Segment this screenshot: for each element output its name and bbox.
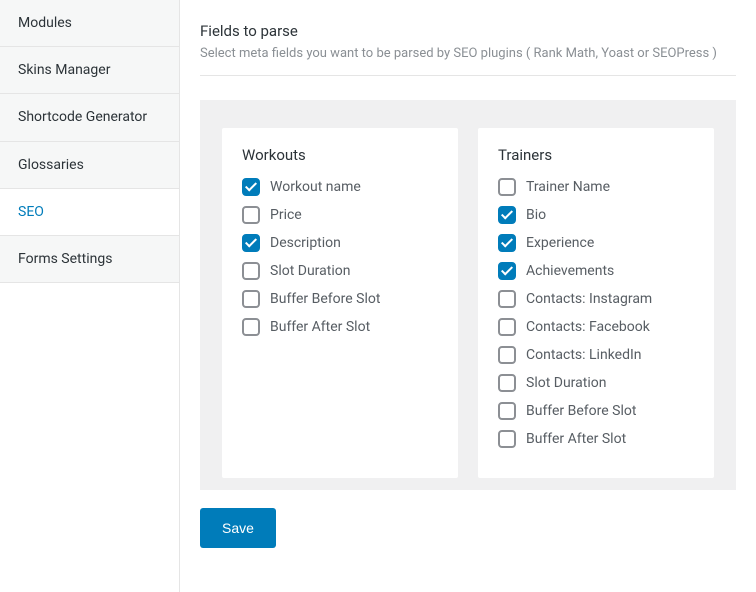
checkbox[interactable] — [242, 262, 260, 280]
field-row[interactable]: Slot Duration — [498, 374, 694, 392]
sidebar-item-forms-settings[interactable]: Forms Settings — [0, 236, 179, 283]
field-row[interactable]: Contacts: Instagram — [498, 290, 694, 308]
field-row[interactable]: Experience — [498, 234, 694, 252]
field-row[interactable]: Buffer After Slot — [498, 430, 694, 448]
sidebar-item-label: Modules — [18, 15, 72, 31]
section-description: Select meta fields you want to be parsed… — [200, 46, 736, 61]
group-title: Workouts — [242, 146, 438, 164]
checkbox[interactable] — [242, 206, 260, 224]
checkbox[interactable] — [242, 290, 260, 308]
checkbox[interactable] — [498, 430, 516, 448]
field-label: Bio — [526, 207, 546, 223]
field-label: Buffer After Slot — [270, 319, 370, 335]
checkbox[interactable] — [498, 402, 516, 420]
save-button[interactable]: Save — [200, 508, 276, 548]
checkbox[interactable] — [498, 262, 516, 280]
checkbox[interactable] — [498, 206, 516, 224]
field-row[interactable]: Contacts: LinkedIn — [498, 346, 694, 364]
sidebar-item-label: Forms Settings — [18, 251, 112, 267]
checkbox[interactable] — [242, 318, 260, 336]
group-title: Trainers — [498, 146, 694, 164]
field-label: Workout name — [270, 179, 361, 195]
field-groups: Workouts Workout name Price Description Slot… — [200, 100, 736, 490]
field-label: Buffer Before Slot — [270, 291, 380, 307]
field-label: Experience — [526, 235, 594, 251]
field-label: Description — [270, 235, 341, 251]
sidebar-item-glossaries[interactable]: Glossaries — [0, 142, 179, 189]
sidebar: Modules Skins Manager Shortcode Generator G… — [0, 0, 180, 592]
checkbox[interactable] — [498, 318, 516, 336]
field-group-workouts: Workouts Workout name Price Description Slot… — [222, 128, 458, 478]
field-label: Price — [270, 207, 302, 223]
checkbox[interactable] — [242, 178, 260, 196]
field-label: Buffer After Slot — [526, 431, 626, 447]
field-row[interactable]: Description — [242, 234, 438, 252]
checkbox[interactable] — [498, 234, 516, 252]
checkbox[interactable] — [498, 374, 516, 392]
main-content: Fields to parse Select meta fields you w… — [180, 0, 756, 592]
sidebar-item-seo[interactable]: SEO — [0, 189, 179, 236]
sidebar-item-label: Glossaries — [18, 157, 84, 173]
field-label: Slot Duration — [526, 375, 606, 391]
field-row[interactable]: Buffer After Slot — [242, 318, 438, 336]
sidebar-item-skins-manager[interactable]: Skins Manager — [0, 47, 179, 94]
checkbox[interactable] — [498, 178, 516, 196]
field-label: Contacts: Facebook — [526, 319, 650, 335]
field-row[interactable]: Buffer Before Slot — [242, 290, 438, 308]
field-label: Buffer Before Slot — [526, 403, 636, 419]
field-label: Achievements — [526, 263, 614, 279]
field-row[interactable]: Contacts: Facebook — [498, 318, 694, 336]
field-label: Slot Duration — [270, 263, 350, 279]
checkbox[interactable] — [498, 290, 516, 308]
field-row[interactable]: Buffer Before Slot — [498, 402, 694, 420]
field-label: Contacts: LinkedIn — [526, 347, 642, 363]
section-title: Fields to parse — [200, 22, 736, 40]
sidebar-item-label: SEO — [18, 204, 44, 220]
divider — [200, 75, 736, 76]
field-row[interactable]: Bio — [498, 206, 694, 224]
sidebar-item-label: Shortcode Generator — [18, 109, 147, 125]
checkbox[interactable] — [498, 346, 516, 364]
sidebar-item-shortcode-generator[interactable]: Shortcode Generator — [0, 94, 179, 141]
field-row[interactable]: Achievements — [498, 262, 694, 280]
field-row[interactable]: Price — [242, 206, 438, 224]
field-row[interactable]: Slot Duration — [242, 262, 438, 280]
field-row[interactable]: Trainer Name — [498, 178, 694, 196]
sidebar-item-label: Skins Manager — [18, 62, 110, 78]
field-group-trainers: Trainers Trainer Name Bio Experience Achieve… — [478, 128, 714, 478]
field-label: Trainer Name — [526, 179, 610, 195]
sidebar-item-modules[interactable]: Modules — [0, 0, 179, 47]
field-row[interactable]: Workout name — [242, 178, 438, 196]
checkbox[interactable] — [242, 234, 260, 252]
field-label: Contacts: Instagram — [526, 291, 652, 307]
